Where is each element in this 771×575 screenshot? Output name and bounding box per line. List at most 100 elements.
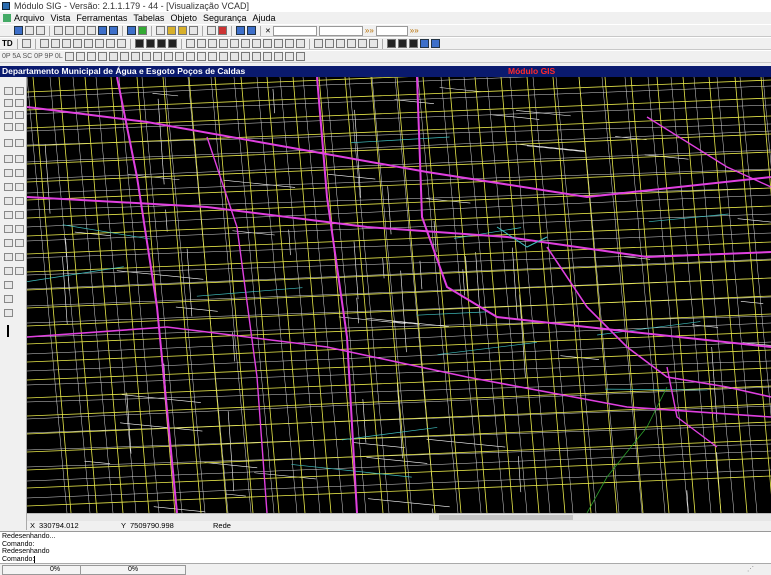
print-icon[interactable]: [36, 26, 45, 35]
table-icon[interactable]: [156, 26, 165, 35]
cross-icon[interactable]: [83, 39, 93, 48]
offset-icon[interactable]: [94, 39, 104, 48]
target-icon[interactable]: [295, 39, 305, 48]
diamond-icon[interactable]: [284, 39, 294, 48]
snap-18-icon[interactable]: [251, 52, 261, 61]
coord-field-1[interactable]: [272, 25, 317, 36]
command-prompt[interactable]: Comando:: [2, 555, 771, 564]
tool-9-icon[interactable]: [408, 39, 418, 48]
pan-left-icon[interactable]: [98, 26, 107, 35]
open-icon[interactable]: [25, 26, 34, 35]
point-icon[interactable]: [4, 309, 13, 317]
chevron-right-icon[interactable]: »»: [365, 26, 374, 35]
menu-vista[interactable]: Vista: [48, 12, 74, 24]
snap-1-icon[interactable]: [64, 52, 74, 61]
slash-icon[interactable]: [116, 39, 126, 48]
coord-field-3[interactable]: [375, 25, 408, 36]
pan-right-icon[interactable]: [109, 26, 118, 35]
tool-8-icon[interactable]: [397, 39, 407, 48]
snap-labels[interactable]: 0P 5A SC 0P 9P 0L: [2, 53, 63, 60]
snap-13-icon[interactable]: [196, 52, 206, 61]
check-icon[interactable]: [138, 26, 147, 35]
snap-3-icon[interactable]: [86, 52, 96, 61]
snap-20-icon[interactable]: [273, 52, 283, 61]
tool-f-icon[interactable]: [15, 169, 24, 177]
polyline-icon[interactable]: [39, 39, 49, 48]
tool-i-icon[interactable]: [4, 197, 13, 205]
pin-icon[interactable]: [185, 39, 195, 48]
tool-a-icon[interactable]: [4, 139, 13, 147]
rotate-icon[interactable]: [167, 39, 177, 48]
tool-m-icon[interactable]: [4, 225, 13, 233]
grid-icon[interactable]: [189, 26, 198, 35]
tool-11-icon[interactable]: [430, 39, 440, 48]
tool-o-icon[interactable]: [15, 239, 24, 247]
square-icon[interactable]: [262, 39, 272, 48]
scissors-icon[interactable]: [207, 26, 216, 35]
halfcircle-icon[interactable]: [4, 267, 13, 275]
globe-icon[interactable]: [236, 26, 245, 35]
meter-icon[interactable]: [240, 39, 250, 48]
command-window[interactable]: Redesenhando... Comando: Redesenhando Co…: [0, 531, 771, 563]
tool-d-icon[interactable]: [15, 155, 24, 163]
layer-2-icon[interactable]: [15, 99, 24, 107]
chevron-right-icon[interactable]: »»: [410, 26, 419, 35]
delete-icon[interactable]: [218, 26, 227, 35]
snap-5-icon[interactable]: [108, 52, 118, 61]
snap-22-icon[interactable]: [295, 52, 305, 61]
td-label[interactable]: TD: [2, 39, 13, 48]
map-drawing[interactable]: [27, 77, 771, 513]
area-icon[interactable]: [15, 111, 24, 119]
tool-5-icon[interactable]: [357, 39, 367, 48]
circle-icon[interactable]: [105, 39, 115, 48]
snap-8-icon[interactable]: [141, 52, 151, 61]
hydrant-icon[interactable]: [251, 39, 261, 48]
tool-h-icon[interactable]: [15, 183, 24, 191]
save-icon[interactable]: [14, 26, 23, 35]
export-icon[interactable]: [15, 123, 24, 131]
triangle-icon[interactable]: [273, 39, 283, 48]
tank-icon[interactable]: [229, 39, 239, 48]
tool-s-icon[interactable]: [4, 295, 13, 303]
bracket-icon[interactable]: [61, 39, 71, 48]
circle-tool-icon[interactable]: [4, 239, 13, 247]
horizontal-scrollbar[interactable]: [27, 513, 771, 521]
tool-10-icon[interactable]: [419, 39, 429, 48]
clear-icon[interactable]: ✕: [265, 27, 271, 35]
snap-16-icon[interactable]: [229, 52, 239, 61]
resize-grip[interactable]: ⋰: [747, 565, 767, 574]
scrollbar-thumb[interactable]: [439, 515, 573, 520]
tool-b-icon[interactable]: [15, 139, 24, 147]
tool-1-icon[interactable]: [313, 39, 323, 48]
snap-2-icon[interactable]: [75, 52, 85, 61]
bracket-right-icon[interactable]: [72, 39, 82, 48]
snap-17-icon[interactable]: [240, 52, 250, 61]
tool-j-icon[interactable]: [15, 197, 24, 205]
play-icon[interactable]: [4, 253, 13, 261]
tool-k-icon[interactable]: [4, 211, 13, 219]
line-icon[interactable]: [21, 39, 31, 48]
coord-field-2[interactable]: [318, 25, 363, 36]
select-window-icon[interactable]: [15, 87, 24, 95]
document-icon[interactable]: [3, 14, 11, 22]
zoom-extents-icon[interactable]: [87, 26, 96, 35]
tool-g-icon[interactable]: [4, 183, 13, 191]
zoom-out-icon[interactable]: [65, 26, 74, 35]
tool-q-icon[interactable]: [15, 267, 24, 275]
pdf-icon[interactable]: [4, 123, 13, 131]
snap-21-icon[interactable]: [284, 52, 294, 61]
menu-ferramentas[interactable]: Ferramentas: [73, 12, 130, 24]
layer-icon[interactable]: [4, 99, 13, 107]
tool-p-icon[interactable]: [15, 253, 24, 261]
pencil-icon[interactable]: [178, 26, 187, 35]
zoom-window-icon[interactable]: [76, 26, 85, 35]
layers-icon[interactable]: [127, 26, 136, 35]
tool-2-icon[interactable]: [324, 39, 334, 48]
fill-icon[interactable]: [134, 39, 144, 48]
vertical-line-icon[interactable]: [7, 325, 9, 337]
tool-7-icon[interactable]: [386, 39, 396, 48]
bulb-icon[interactable]: [167, 26, 176, 35]
menu-tabelas[interactable]: Tabelas: [130, 12, 167, 24]
snap-9-icon[interactable]: [152, 52, 162, 61]
rectangle-icon[interactable]: [50, 39, 60, 48]
